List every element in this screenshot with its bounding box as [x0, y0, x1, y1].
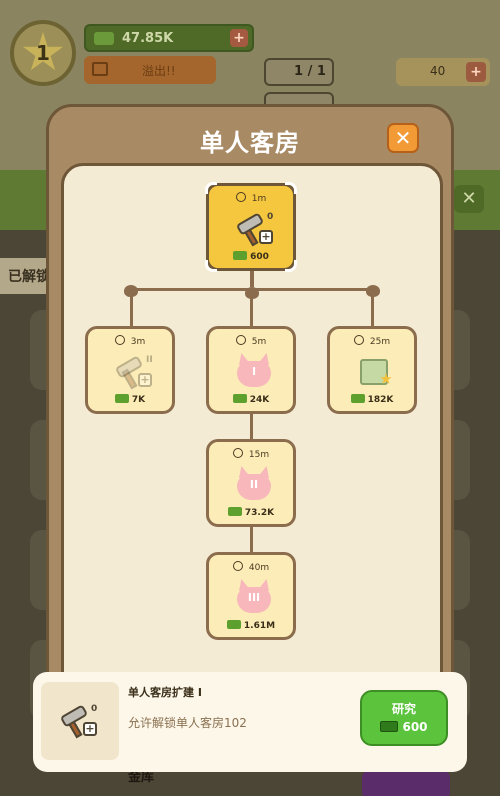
node-time-value: 15m: [248, 450, 270, 460]
cash-icon: [233, 251, 248, 260]
node-time-value: 25m: [369, 337, 391, 347]
cat-roman: III: [247, 591, 261, 604]
clock-icon: [235, 335, 246, 345]
node-cost-value: 1.61M: [243, 621, 276, 631]
tech-node-room-1[interactable]: 5m I 24K: [206, 326, 296, 414]
hammer-plus-icon: + II: [114, 355, 153, 390]
upgrade-info-panel: + 0 单人客房扩建 I 允许解锁单人客房102 研究 600: [33, 672, 467, 772]
node-cost-value: 24K: [249, 395, 270, 405]
research-price-value: 600: [402, 720, 428, 734]
node-time: 25m: [330, 335, 414, 347]
node-cost: 73.2K: [209, 507, 293, 518]
node-level: II: [146, 355, 153, 365]
cat-roman: II: [249, 478, 259, 491]
connector-line: [250, 296, 253, 326]
money-amount: 47.85K: [122, 31, 174, 46]
fish-display: 40 +: [396, 58, 490, 86]
bg-unlocked-tab-label: 已解锁: [8, 269, 50, 285]
add-fish-button[interactable]: +: [466, 62, 486, 82]
node-time-value: 1m: [251, 194, 267, 204]
add-money-button[interactable]: +: [230, 29, 248, 47]
upgrade-description: 允许解锁单人客房102: [128, 716, 247, 730]
node-time: 5m: [209, 335, 293, 347]
research-modal: 单人客房 ✕ 1m + 0 600 3m + II 7K 5m I 24K 25…: [46, 104, 454, 723]
hammer-plus-icon: + 0: [235, 212, 274, 247]
node-cost-value: 73.2K: [244, 508, 275, 518]
node-cost-value: 182K: [367, 395, 394, 405]
node-level: 0: [267, 212, 274, 222]
node-cost: 182K: [330, 394, 414, 405]
node-time-value: 5m: [251, 337, 267, 347]
connector-line: [250, 411, 253, 439]
tech-tree-panel: 1m + 0 600 3m + II 7K 5m I 24K 25m 182K …: [61, 163, 443, 723]
bg-purple-button: [362, 770, 450, 796]
tech-node-left[interactable]: 3m + II 7K: [85, 326, 175, 414]
clock-icon: [235, 192, 246, 202]
research-button-label: 研究: [391, 702, 416, 716]
trend-icon: [92, 62, 108, 76]
tech-node-room-2[interactable]: 15m II 73.2K: [206, 439, 296, 527]
cash-icon: [350, 394, 365, 403]
cash-icon: [227, 507, 242, 516]
hammer-plus-icon: + 0: [59, 704, 99, 740]
cash-icon: [226, 620, 241, 629]
close-icon: ✕: [394, 126, 412, 150]
cat-icon: III: [235, 581, 273, 615]
research-button[interactable]: 研究 600: [360, 690, 448, 746]
upgrade-icon-frame: + 0: [41, 682, 119, 760]
clock-icon: [232, 448, 243, 458]
node-time: 15m: [209, 448, 293, 460]
tech-node-root[interactable]: 1m + 0 600: [205, 182, 297, 272]
node-cost-value: 600: [250, 252, 269, 262]
upgrade-title: 单人客房扩建 I: [128, 686, 202, 699]
cash-icon: [380, 721, 399, 732]
connector-line: [130, 296, 133, 326]
close-button[interactable]: ✕: [387, 123, 419, 153]
money-stack-icon: [356, 355, 394, 389]
upgrade-level: 0: [91, 704, 98, 714]
clock-icon: [353, 335, 364, 345]
bg-close-icon: ✕: [454, 185, 484, 213]
node-cost: 1.61M: [209, 620, 293, 631]
node-cost: 7K: [88, 394, 172, 405]
cash-icon: [232, 394, 247, 403]
overflow-label: 溢出!!: [142, 64, 176, 78]
fish-amount: 40: [430, 64, 446, 78]
clock-icon: [232, 561, 243, 571]
node-cost: 600: [209, 251, 293, 262]
tech-node-room-3[interactable]: 40m III 1.61M: [206, 552, 296, 640]
node-time: 1m: [209, 192, 293, 204]
node-time: 40m: [209, 561, 293, 573]
level-badge[interactable]: 1: [10, 20, 76, 86]
connector-line: [250, 524, 253, 552]
cat-icon: II: [235, 468, 273, 502]
research-button-price: 600: [362, 720, 446, 734]
connector-line: [371, 296, 374, 326]
node-time-value: 3m: [130, 337, 146, 347]
node-cost: 24K: [209, 394, 293, 405]
hammer-counter-value: 1 / 1: [294, 64, 326, 79]
clock-icon: [114, 335, 125, 345]
node-time-value: 40m: [248, 563, 270, 573]
tech-node-right[interactable]: 25m 182K: [327, 326, 417, 414]
cat-icon: I: [235, 355, 273, 389]
node-time: 3m: [88, 335, 172, 347]
hammer-counter: 1 / 1: [264, 58, 334, 86]
money-display: 47.85K +: [84, 24, 254, 52]
cash-icon: [94, 32, 114, 45]
cash-icon: [114, 394, 129, 403]
connector-line: [250, 271, 254, 287]
overflow-indicator[interactable]: 溢出!!: [84, 56, 216, 84]
cat-roman: I: [251, 365, 257, 378]
level-number: 1: [36, 41, 50, 65]
node-cost-value: 7K: [131, 395, 146, 405]
